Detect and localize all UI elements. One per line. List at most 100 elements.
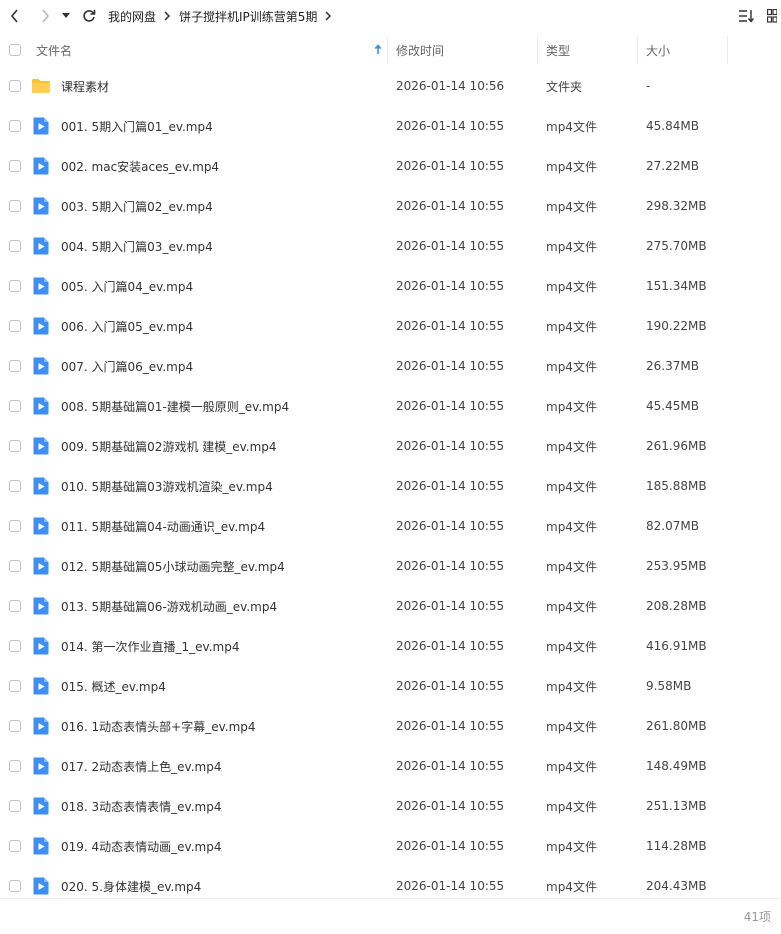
breadcrumb-separator-icon[interactable]: [325, 11, 332, 21]
file-name-cell: 012. 5期基础篇05小球动画完整_ev.mp4: [30, 546, 388, 586]
file-row[interactable]: 011. 5期基础篇04-动画通识_ev.mp4 2026-01-14 10:5…: [0, 506, 781, 546]
file-row[interactable]: 010. 5期基础篇03游戏机渲染_ev.mp4 2026-01-14 10:5…: [0, 466, 781, 506]
file-row[interactable]: 003. 5期入门篇02_ev.mp4 2026-01-14 10:55 mp4…: [0, 186, 781, 226]
row-checkbox[interactable]: [9, 840, 21, 852]
file-name[interactable]: 007. 入门篇06_ev.mp4: [61, 358, 193, 375]
sort-button[interactable]: [737, 7, 755, 25]
row-checkbox[interactable]: [9, 680, 21, 692]
row-checkbox[interactable]: [9, 600, 21, 612]
row-checkbox[interactable]: [9, 240, 21, 252]
file-name[interactable]: 001. 5期入门篇01_ev.mp4: [61, 118, 213, 135]
row-checkbox[interactable]: [9, 200, 21, 212]
file-row[interactable]: 课程素材 2026-01-14 10:56 文件夹 -: [0, 66, 781, 106]
file-name[interactable]: 011. 5期基础篇04-动画通识_ev.mp4: [61, 518, 265, 535]
file-type: mp4文件: [546, 519, 597, 534]
row-checkbox-cell: [0, 66, 30, 106]
row-checkbox[interactable]: [9, 640, 21, 652]
breadcrumb: 我的网盘 饼子搅拌机IP训练营第5期: [108, 8, 340, 25]
forward-button[interactable]: [32, 0, 58, 32]
file-name[interactable]: 020. 5.身体建模_ev.mp4: [61, 878, 201, 895]
file-row[interactable]: 018. 3动态表情表情_ev.mp4 2026-01-14 10:55 mp4…: [0, 786, 781, 826]
chevron-right-icon: [42, 9, 50, 23]
file-size: 298.32MB: [646, 199, 707, 213]
back-button[interactable]: [2, 0, 28, 32]
view-mode-button[interactable]: [763, 7, 781, 25]
file-name[interactable]: 017. 2动态表情上色_ev.mp4: [61, 758, 221, 775]
select-all-checkbox[interactable]: [9, 44, 21, 56]
row-checkbox[interactable]: [9, 320, 21, 332]
file-row[interactable]: 009. 5期基础篇02游戏机 建模_ev.mp4 2026-01-14 10:…: [0, 426, 781, 466]
row-checkbox[interactable]: [9, 440, 21, 452]
file-row[interactable]: 008. 5期基础篇01-建模一般原则_ev.mp4 2026-01-14 10…: [0, 386, 781, 426]
row-checkbox[interactable]: [9, 160, 21, 172]
file-modified-time: 2026-01-14 10:56: [396, 79, 505, 93]
file-name[interactable]: 008. 5期基础篇01-建模一般原则_ev.mp4: [61, 398, 289, 415]
row-checkbox[interactable]: [9, 280, 21, 292]
row-checkbox-cell: [0, 626, 30, 666]
file-name-cell: 010. 5期基础篇03游戏机渲染_ev.mp4: [30, 466, 388, 506]
header-name[interactable]: 文件名: [30, 34, 388, 66]
file-row[interactable]: 017. 2动态表情上色_ev.mp4 2026-01-14 10:55 mp4…: [0, 746, 781, 786]
breadcrumb-item-root[interactable]: 我的网盘: [108, 8, 156, 25]
file-row[interactable]: 001. 5期入门篇01_ev.mp4 2026-01-14 10:55 mp4…: [0, 106, 781, 146]
row-checkbox[interactable]: [9, 360, 21, 372]
column-divider[interactable]: [727, 36, 728, 64]
file-name[interactable]: 005. 入门篇04_ev.mp4: [61, 278, 193, 295]
file-modified-time: 2026-01-14 10:55: [396, 439, 505, 453]
file-type: mp4文件: [546, 839, 597, 854]
file-size: 208.28MB: [646, 599, 707, 613]
file-size: 275.70MB: [646, 239, 707, 253]
file-name[interactable]: 010. 5期基础篇03游戏机渲染_ev.mp4: [61, 478, 273, 495]
file-name[interactable]: 018. 3动态表情表情_ev.mp4: [61, 798, 221, 815]
file-name[interactable]: 002. mac安装aces_ev.mp4: [61, 158, 219, 175]
file-row[interactable]: 002. mac安装aces_ev.mp4 2026-01-14 10:55 m…: [0, 146, 781, 186]
header-size[interactable]: 大小: [638, 34, 728, 66]
file-row[interactable]: 006. 入门篇05_ev.mp4 2026-01-14 10:55 mp4文件…: [0, 306, 781, 346]
header-time[interactable]: 修改时间: [388, 34, 538, 66]
file-name[interactable]: 013. 5期基础篇06-游戏机动画_ev.mp4: [61, 598, 277, 615]
file-name[interactable]: 012. 5期基础篇05小球动画完整_ev.mp4: [61, 558, 285, 575]
file-name[interactable]: 006. 入门篇05_ev.mp4: [61, 318, 193, 335]
row-checkbox[interactable]: [9, 120, 21, 132]
row-checkbox[interactable]: [9, 560, 21, 572]
file-row[interactable]: 016. 1动态表情头部+字幕_ev.mp4 2026-01-14 10:55 …: [0, 706, 781, 746]
file-name[interactable]: 003. 5期入门篇02_ev.mp4: [61, 198, 213, 215]
row-checkbox[interactable]: [9, 720, 21, 732]
file-name-cell: 007. 入门篇06_ev.mp4: [30, 346, 388, 386]
file-row[interactable]: 007. 入门篇06_ev.mp4 2026-01-14 10:55 mp4文件…: [0, 346, 781, 386]
row-checkbox[interactable]: [9, 80, 21, 92]
file-name-cell: 018. 3动态表情表情_ev.mp4: [30, 786, 388, 826]
file-name[interactable]: 016. 1动态表情头部+字幕_ev.mp4: [61, 718, 256, 735]
history-dropdown-button[interactable]: [58, 0, 74, 32]
row-checkbox[interactable]: [9, 880, 21, 892]
row-checkbox-cell: [0, 746, 30, 786]
toolbar-right: [737, 0, 781, 32]
file-name[interactable]: 015. 概述_ev.mp4: [61, 678, 166, 695]
row-checkbox[interactable]: [9, 480, 21, 492]
file-row[interactable]: 014. 第一次作业直播_1_ev.mp4 2026-01-14 10:55 m…: [0, 626, 781, 666]
file-name-cell: 013. 5期基础篇06-游戏机动画_ev.mp4: [30, 586, 388, 626]
row-checkbox[interactable]: [9, 400, 21, 412]
file-name[interactable]: 014. 第一次作业直播_1_ev.mp4: [61, 638, 239, 655]
file-list: 课程素材 2026-01-14 10:56 文件夹 - 001. 5期入门篇01…: [0, 66, 781, 906]
row-checkbox-cell: [0, 106, 30, 146]
file-size: 151.34MB: [646, 279, 707, 293]
file-name[interactable]: 课程素材: [61, 78, 109, 95]
breadcrumb-item-current[interactable]: 饼子搅拌机IP训练营第5期: [179, 8, 317, 25]
row-checkbox[interactable]: [9, 800, 21, 812]
file-name[interactable]: 004. 5期入门篇03_ev.mp4: [61, 238, 213, 255]
file-name[interactable]: 019. 4动态表情动画_ev.mp4: [61, 838, 221, 855]
header-type[interactable]: 类型: [538, 34, 638, 66]
row-checkbox-cell: [0, 226, 30, 266]
file-row[interactable]: 013. 5期基础篇06-游戏机动画_ev.mp4 2026-01-14 10:…: [0, 586, 781, 626]
file-row[interactable]: 019. 4动态表情动画_ev.mp4 2026-01-14 10:55 mp4…: [0, 826, 781, 866]
row-checkbox[interactable]: [9, 520, 21, 532]
file-row[interactable]: 005. 入门篇04_ev.mp4 2026-01-14 10:55 mp4文件…: [0, 266, 781, 306]
file-row[interactable]: 004. 5期入门篇03_ev.mp4 2026-01-14 10:55 mp4…: [0, 226, 781, 266]
refresh-button[interactable]: [76, 0, 102, 32]
file-row[interactable]: 015. 概述_ev.mp4 2026-01-14 10:55 mp4文件 9.…: [0, 666, 781, 706]
row-checkbox[interactable]: [9, 760, 21, 772]
file-name[interactable]: 009. 5期基础篇02游戏机 建模_ev.mp4: [61, 438, 277, 455]
file-row[interactable]: 012. 5期基础篇05小球动画完整_ev.mp4 2026-01-14 10:…: [0, 546, 781, 586]
video-file-icon: [30, 755, 52, 777]
